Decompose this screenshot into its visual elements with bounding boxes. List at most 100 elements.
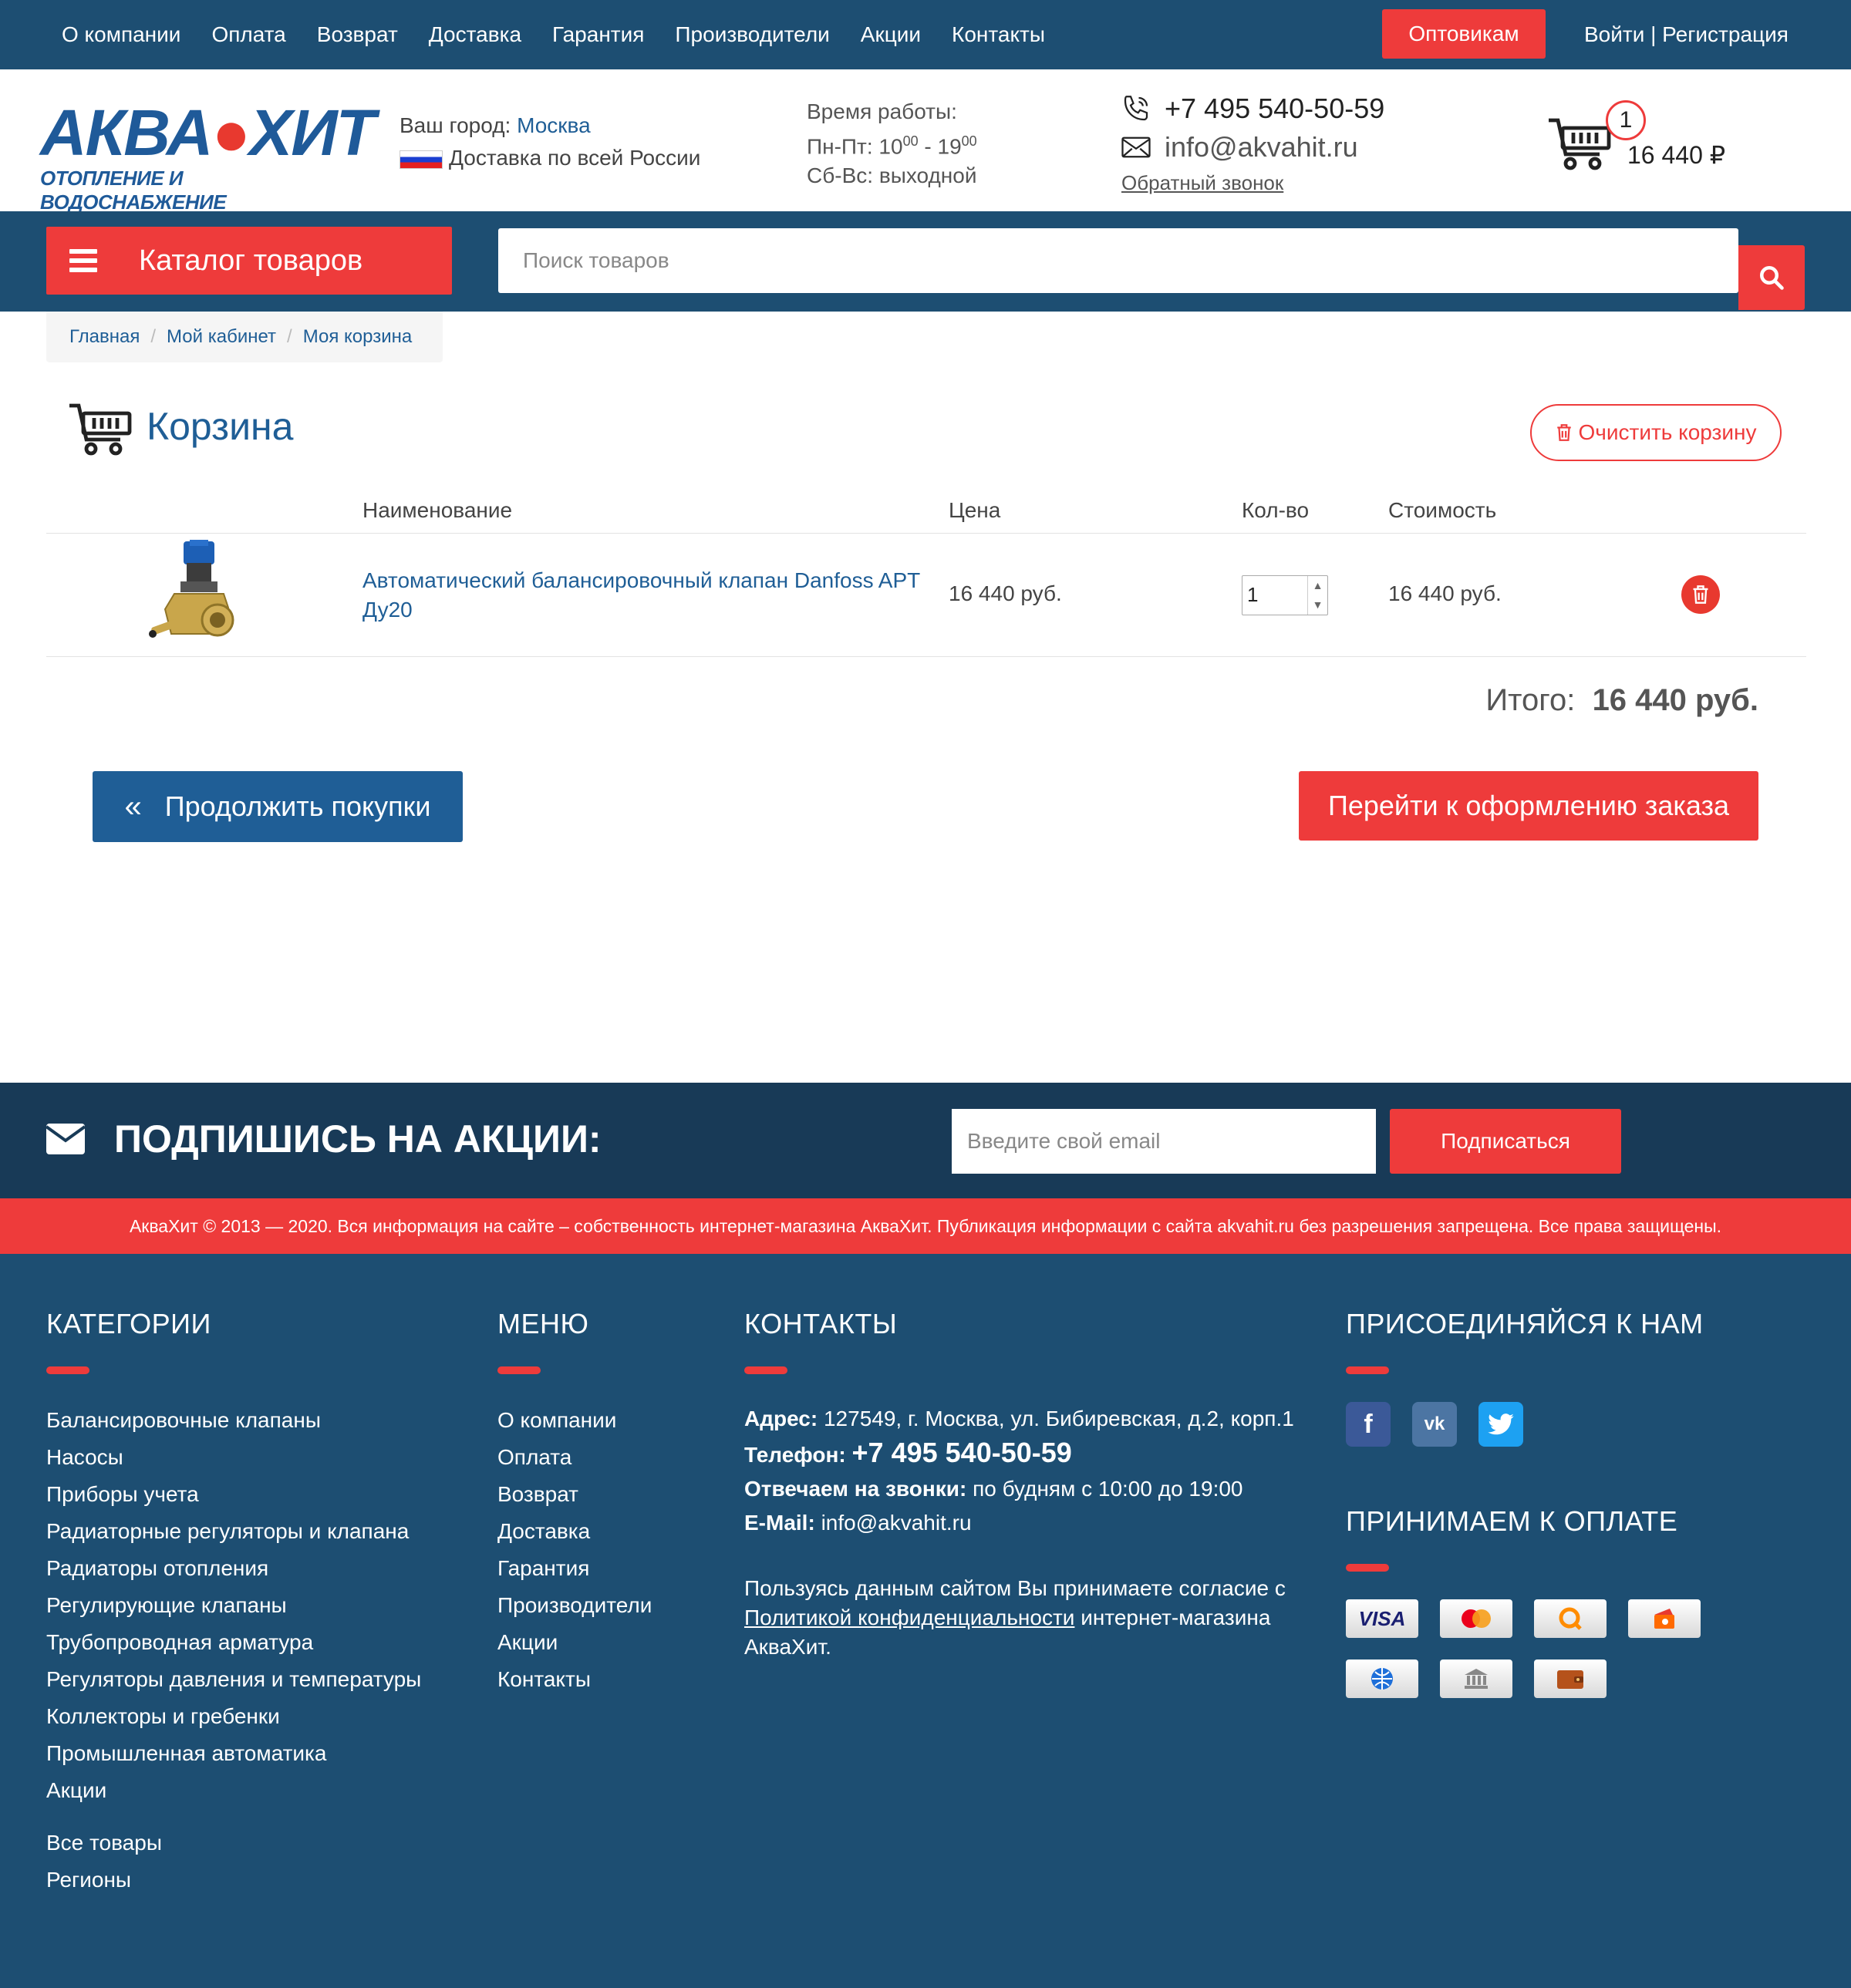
cart-table-header: Наименование Цена Кол-во Стоимость bbox=[46, 490, 1806, 534]
site-footer: КАТЕГОРИИ Балансировочные клапаны Насосы… bbox=[0, 1254, 1851, 1988]
contact-details: Адрес: 127549, г. Москва, ул. Бибиревска… bbox=[744, 1402, 1307, 1540]
divider bbox=[497, 1366, 541, 1374]
divider bbox=[1346, 1366, 1389, 1374]
clear-cart-button[interactable]: Очистить корзину bbox=[1530, 404, 1782, 461]
privacy-policy-link[interactable]: Политикой конфиденциальности bbox=[744, 1606, 1074, 1629]
column-name: Наименование bbox=[362, 498, 513, 522]
footer-menu-link[interactable]: Контакты bbox=[497, 1661, 652, 1698]
footer-all-products-link[interactable]: Все товары bbox=[46, 1825, 421, 1862]
callback-link[interactable]: Обратный звонок bbox=[1121, 171, 1384, 195]
footer-regions-link[interactable]: Регионы bbox=[46, 1862, 421, 1899]
column-qty: Кол-во bbox=[1242, 498, 1310, 522]
footer-menu-title: МЕНЮ bbox=[497, 1308, 589, 1339]
quantity-input[interactable] bbox=[1242, 576, 1304, 613]
search-button[interactable] bbox=[1738, 245, 1805, 310]
breadcrumb-home[interactable]: Главная bbox=[69, 326, 140, 348]
topnav-manufacturers[interactable]: Производители bbox=[675, 22, 829, 47]
calls-line: Отвечаем на звонки: по будням с 10:00 до… bbox=[744, 1477, 1243, 1501]
footer-category-link[interactable]: Регуляторы давления и температуры bbox=[46, 1661, 421, 1698]
product-name-link[interactable]: Автоматический балансировочный клапан Da… bbox=[362, 566, 949, 625]
login-register-link[interactable]: Войти | Регистрация bbox=[1584, 0, 1789, 69]
subscribe-button[interactable]: Подписаться bbox=[1390, 1109, 1621, 1174]
hours-weekend: Сб-Вс: выходной bbox=[807, 163, 977, 188]
envelope-icon bbox=[46, 1124, 85, 1154]
page-title: Корзина bbox=[147, 405, 294, 448]
copyright-bar: АкваХит © 2013 — 2020. Вся информация на… bbox=[0, 1198, 1851, 1254]
phone-icon bbox=[1124, 96, 1148, 121]
product-image[interactable] bbox=[143, 540, 244, 651]
topnav-about[interactable]: О компании bbox=[62, 22, 180, 47]
breadcrumb-separator: / bbox=[150, 326, 157, 347]
footer-menu-link[interactable]: Оплата bbox=[497, 1439, 652, 1476]
remove-item-button[interactable] bbox=[1681, 575, 1720, 614]
footer-phone[interactable]: +7 495 540-50-59 bbox=[852, 1437, 1072, 1468]
city-selector[interactable]: Москва bbox=[517, 113, 591, 137]
catalog-button-label: Каталог товаров bbox=[139, 244, 363, 277]
breadcrumb-cart[interactable]: Моя корзина bbox=[303, 326, 412, 348]
product-sum: 16 440 руб. bbox=[1388, 581, 1502, 605]
breadcrumb-account[interactable]: Мой кабинет bbox=[167, 326, 276, 348]
footer-social: ПРИСОЕДИНЯЙСЯ К НАМ f vk ПРИНИМАЕМ К ОПЛ… bbox=[1346, 1308, 1704, 1698]
footer-category-link[interactable]: Радиаторы отопления bbox=[46, 1550, 421, 1587]
twitter-icon[interactable] bbox=[1478, 1402, 1523, 1447]
webmoney-icon bbox=[1346, 1659, 1418, 1698]
subscribe-email-input[interactable] bbox=[952, 1109, 1376, 1174]
footer-category-link[interactable]: Радиаторные регуляторы и клапана bbox=[46, 1513, 421, 1550]
topnav-warranty[interactable]: Гарантия bbox=[552, 22, 644, 47]
vk-icon[interactable]: vk bbox=[1412, 1402, 1457, 1447]
city-block: Ваш город: Москва Доставка по всей Росси… bbox=[400, 110, 700, 174]
logo[interactable]: АКВА●ХИТ ОТОПЛЕНИЕ И ВОДОСНАБЖЕНИЕ bbox=[40, 100, 376, 214]
footer-email[interactable]: info@akvahit.ru bbox=[821, 1511, 972, 1535]
mail-icon bbox=[1121, 136, 1151, 158]
hours-label: Время работы: bbox=[807, 99, 957, 123]
working-hours: Время работы: Пн-Пт: 1000 - 1900 Сб-Вс: … bbox=[807, 97, 977, 190]
phone-line: Телефон: +7 495 540-50-59 bbox=[744, 1437, 1072, 1468]
trash-icon bbox=[1556, 424, 1571, 441]
search-input[interactable] bbox=[498, 228, 1655, 293]
footer-menu-link[interactable]: Доставка bbox=[497, 1513, 652, 1550]
footer-category-link[interactable]: Приборы учета bbox=[46, 1476, 421, 1513]
checkout-button[interactable]: Перейти к оформлению заказа bbox=[1299, 771, 1758, 841]
cart-icon bbox=[69, 403, 132, 456]
topnav-payment[interactable]: Оплата bbox=[211, 22, 285, 47]
total-value: 16 440 руб. bbox=[1592, 683, 1758, 717]
footer-category-link[interactable]: Трубопроводная арматура bbox=[46, 1624, 421, 1661]
site-header: АКВА●ХИТ ОТОПЛЕНИЕ И ВОДОСНАБЖЕНИЕ Ваш г… bbox=[0, 69, 1851, 214]
continue-shopping-button[interactable]: « Продолжить покупки bbox=[93, 771, 463, 842]
footer-category-link[interactable]: Акции bbox=[46, 1772, 421, 1809]
yandex-money-icon bbox=[1628, 1599, 1701, 1638]
topnav-contacts[interactable]: Контакты bbox=[952, 22, 1045, 47]
privacy-notice: Пользуясь данным сайтом Вы принимаете со… bbox=[744, 1576, 1286, 1659]
footer-menu-link[interactable]: О компании bbox=[497, 1402, 652, 1439]
footer-menu-link[interactable]: Акции bbox=[497, 1624, 652, 1661]
header-cart[interactable]: 1 16 440 ₽ bbox=[1547, 97, 1779, 182]
double-chevron-left-icon: « bbox=[124, 789, 142, 824]
footer-category-link[interactable]: Промышленная автоматика bbox=[46, 1735, 421, 1772]
footer-menu-link[interactable]: Гарантия bbox=[497, 1550, 652, 1587]
wholesale-button[interactable]: Оптовикам bbox=[1382, 9, 1546, 59]
topnav-promotions[interactable]: Акции bbox=[861, 22, 921, 47]
mastercard-icon bbox=[1440, 1599, 1512, 1638]
footer-menu-link[interactable]: Возврат bbox=[497, 1476, 652, 1513]
top-bar: О компании Оплата Возврат Доставка Гаран… bbox=[0, 0, 1851, 69]
increment-icon[interactable]: ▲ bbox=[1308, 576, 1327, 595]
search-box bbox=[498, 228, 1805, 310]
catalog-bar: Каталог товаров bbox=[0, 211, 1851, 312]
facebook-icon[interactable]: f bbox=[1346, 1402, 1391, 1447]
subscribe-title: ПОДПИШИСЬ НА АКЦИИ: bbox=[46, 1117, 602, 1161]
decrement-icon[interactable]: ▼ bbox=[1308, 595, 1327, 615]
table-row: Автоматический балансировочный клапан Da… bbox=[46, 534, 1806, 657]
payment-methods: VISA bbox=[1346, 1599, 1704, 1698]
header-email[interactable]: info@akvahit.ru bbox=[1120, 128, 1384, 167]
wallet-icon bbox=[1534, 1659, 1607, 1698]
catalog-button[interactable]: Каталог товаров bbox=[46, 227, 452, 295]
footer-category-link[interactable]: Регулирующие клапаны bbox=[46, 1587, 421, 1624]
footer-category-link[interactable]: Балансировочные клапаны bbox=[46, 1402, 421, 1439]
header-phone[interactable]: +7 495 540-50-59 bbox=[1120, 89, 1384, 128]
footer-category-link[interactable]: Коллекторы и гребенки bbox=[46, 1698, 421, 1735]
topnav-return[interactable]: Возврат bbox=[317, 22, 398, 47]
footer-category-link[interactable]: Насосы bbox=[46, 1439, 421, 1476]
cart-icon bbox=[1549, 118, 1611, 170]
footer-menu-link[interactable]: Производители bbox=[497, 1587, 652, 1624]
topnav-delivery[interactable]: Доставка bbox=[429, 22, 521, 47]
